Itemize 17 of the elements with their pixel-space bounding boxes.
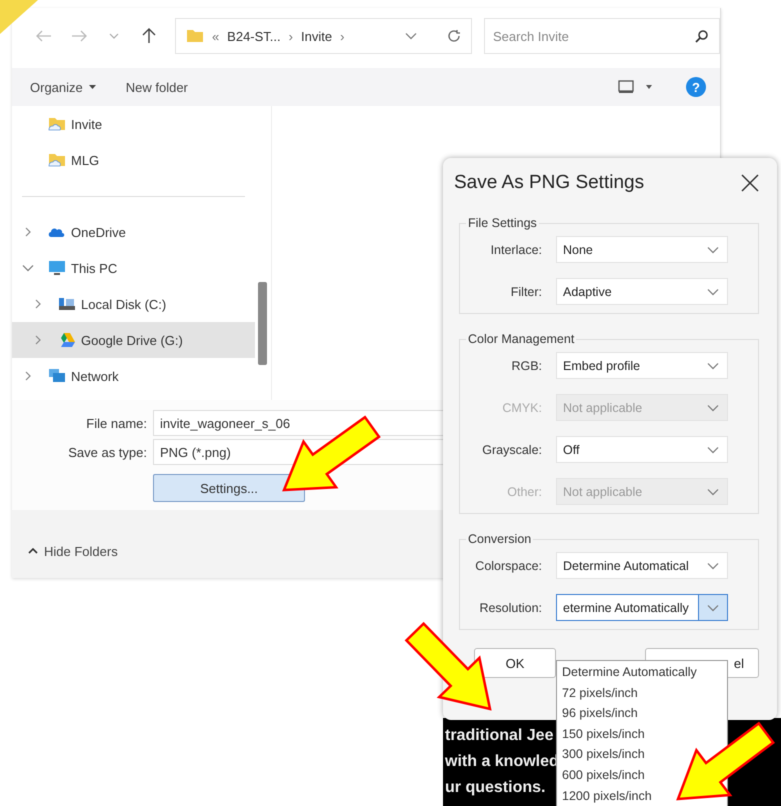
group-title: Color Management [467, 332, 576, 346]
field-label: Interlace: [490, 242, 542, 256]
dialog-title: Save As PNG Settings [454, 172, 644, 194]
breadcrumb-separator: › [288, 28, 293, 44]
field-label: Filter: [510, 284, 542, 298]
caption-text: traditional Jee [445, 726, 554, 746]
field-label: RGB: [510, 358, 542, 372]
save-type-label: Save as type: [67, 444, 147, 460]
caption-text: ur questions. [445, 778, 546, 798]
file-name-label: File name: [85, 416, 147, 430]
breadcrumb-separator: › [340, 28, 344, 44]
field-label: Grayscale: [481, 442, 542, 456]
group-title: File Settings [467, 216, 538, 230]
group-title: Conversion [467, 532, 532, 546]
field-label: Colorspace: [474, 558, 542, 572]
field-label: Resolution: [478, 600, 542, 614]
field-label: Other: [506, 484, 542, 498]
